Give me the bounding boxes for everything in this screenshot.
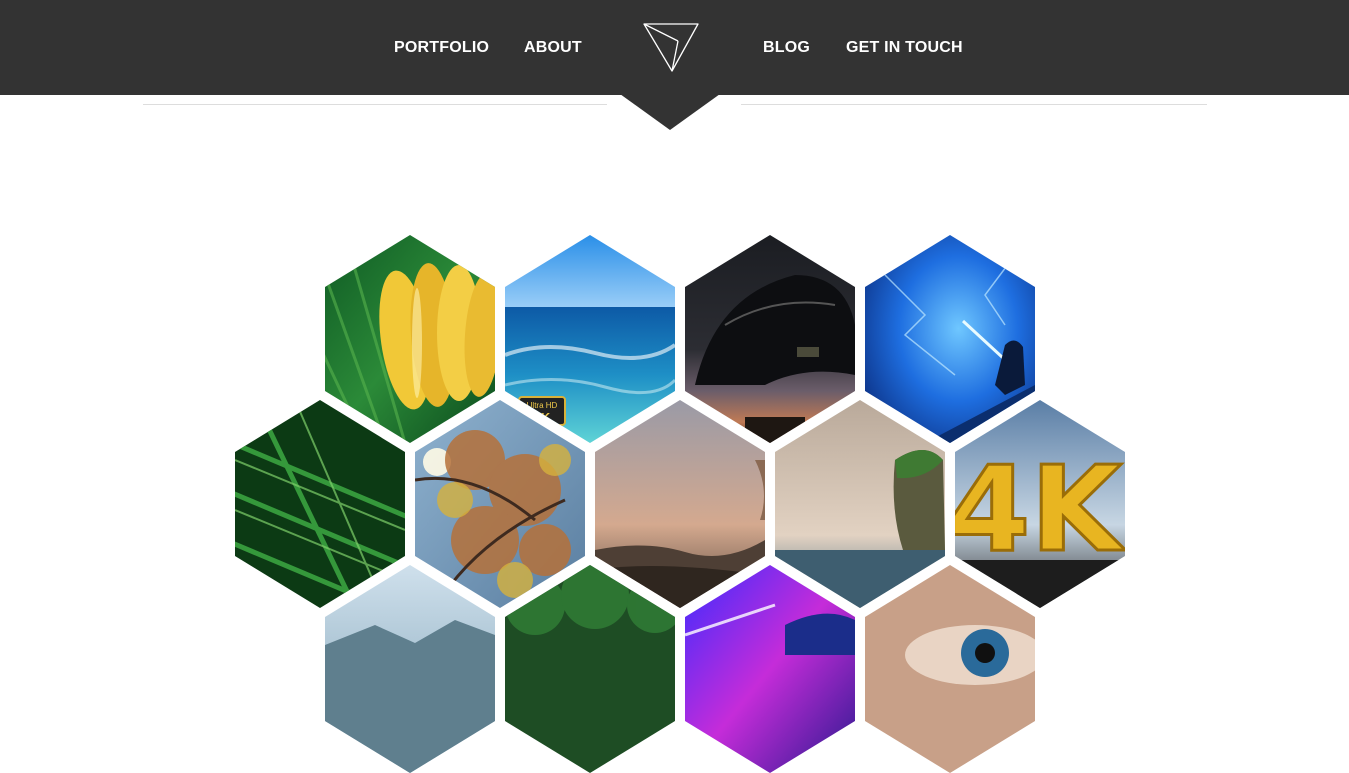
- gallery-tile-fern[interactable]: [235, 400, 405, 608]
- gallery-tile-eye[interactable]: [865, 565, 1035, 773]
- big-4k-text: 4K: [955, 440, 1125, 578]
- gallery-tile-misty-lake[interactable]: [325, 565, 495, 773]
- fern-image: [235, 400, 405, 608]
- neon-car-image: [685, 565, 855, 773]
- sea-cliff-image: [775, 400, 945, 608]
- misty-lake-image: [325, 565, 495, 773]
- hazy-valley-image: [595, 400, 765, 608]
- gallery-tile-autumn-tree[interactable]: [415, 400, 585, 608]
- eye-image: [865, 565, 1035, 773]
- gallery-tile-dark-hood[interactable]: [685, 235, 855, 443]
- gallery-tile-hazy-valley[interactable]: [595, 400, 765, 608]
- gallery-tile-sea-cliff[interactable]: [775, 400, 945, 608]
- gallery-tile-ocean[interactable]: Ultra HD 4K: [505, 235, 675, 443]
- gallery-tile-neon-car[interactable]: [685, 565, 855, 773]
- bananas-image: [325, 235, 495, 443]
- dark-hood-image: [685, 235, 855, 443]
- autumn-tree-image: [415, 400, 585, 608]
- gold-4k-image: 4K: [955, 400, 1125, 608]
- hexagon-gallery: Ultra HD 4K 4K: [0, 0, 1349, 773]
- gallery-tile-bananas[interactable]: [325, 235, 495, 443]
- ocean-image: Ultra HD 4K: [505, 235, 675, 443]
- green-forest-image: [505, 565, 675, 773]
- ultra-hd-label: Ultra HD: [527, 401, 558, 410]
- lightsaber-image: [865, 235, 1035, 443]
- gallery-tile-gold-4k[interactable]: 4K: [955, 400, 1125, 608]
- gallery-tile-green-forest[interactable]: [505, 565, 675, 773]
- gallery-tile-lightsaber[interactable]: [865, 235, 1035, 443]
